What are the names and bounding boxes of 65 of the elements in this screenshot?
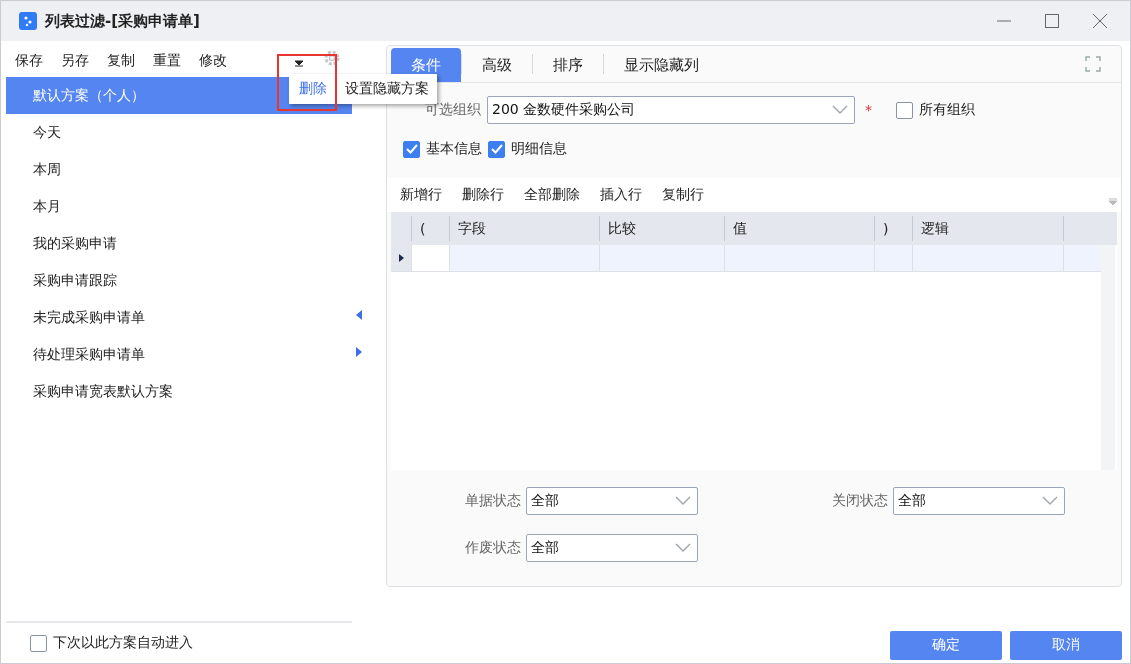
chevron-down-icon — [675, 496, 691, 506]
status-select[interactable]: 全部 — [526, 487, 698, 515]
toolbar-button[interactable]: 另存 — [61, 52, 89, 70]
grid-toolbar-button[interactable]: 删除行 — [462, 186, 504, 204]
close-icon[interactable] — [1093, 14, 1107, 28]
toolbar-button[interactable]: 复制 — [107, 52, 135, 70]
tab[interactable]: 高级 — [462, 48, 532, 82]
scheme-item[interactable]: 今天 — [6, 114, 352, 151]
scheme-item[interactable]: 本月 — [6, 188, 352, 225]
table-cell[interactable] — [411, 245, 449, 271]
dialog-button[interactable]: 取消 — [1010, 630, 1122, 660]
required-mark: * — [865, 102, 872, 118]
chevron-down-icon — [832, 105, 848, 115]
toolbar-button[interactable]: 重置 — [153, 52, 181, 70]
check-icon — [490, 144, 503, 154]
grid-toolbar-button[interactable]: 复制行 — [662, 186, 704, 204]
scheme-item[interactable]: 未完成采购申请单 — [6, 299, 352, 336]
column-header: ( — [411, 216, 449, 241]
grid-toolbar-button[interactable]: 插入行 — [600, 186, 642, 204]
check-icon — [405, 144, 418, 154]
field-label: 关闭状态 — [832, 492, 888, 510]
chevron-down-icon — [675, 543, 691, 553]
checkbox-label: 所有组织 — [919, 101, 975, 119]
checkbox[interactable] — [403, 140, 420, 158]
dialog-button[interactable]: 确定 — [890, 630, 1002, 660]
grid-row[interactable] — [391, 245, 1101, 272]
field-label: 单据状态 — [465, 492, 521, 510]
status-select[interactable]: 全部 — [893, 487, 1065, 515]
column-header: 比较 — [599, 216, 724, 241]
column-header: 逻辑 — [912, 216, 1063, 241]
scheme-item[interactable]: 本周 — [6, 151, 352, 188]
checkbox-label: 下次以此方案自动进入 — [53, 634, 193, 652]
checkbox[interactable] — [896, 101, 913, 119]
fullscreen-icon[interactable] — [1085, 56, 1101, 72]
field-label: 作废状态 — [465, 539, 521, 557]
column-header: 字段 — [449, 216, 599, 241]
tab[interactable]: 排序 — [533, 48, 603, 82]
scheme-item[interactable]: 我的采购申请 — [6, 225, 352, 262]
scheme-item[interactable]: 采购申请宽表默认方案 — [6, 373, 352, 410]
toolbar-button[interactable]: 保存 — [15, 52, 43, 70]
window-title: 列表过滤-[采购申请单] — [45, 11, 201, 31]
grid-toolbar-button[interactable]: 新增行 — [400, 186, 442, 204]
checkbox-label: 明细信息 — [511, 140, 567, 158]
scheme-item[interactable]: 待处理采购申请单 — [6, 336, 352, 373]
expand-right-icon[interactable] — [356, 347, 362, 357]
grid-toolbar-button[interactable]: 全部删除 — [524, 186, 580, 204]
scheme-item[interactable]: 采购申请跟踪 — [6, 262, 352, 299]
dropdown-caret-icon[interactable] — [295, 59, 303, 67]
checkbox[interactable] — [488, 140, 505, 158]
settings-icon[interactable] — [323, 49, 341, 67]
scrollbar[interactable] — [1101, 245, 1115, 470]
collapse-icon[interactable] — [1109, 198, 1117, 206]
column-header: 值 — [724, 216, 874, 241]
organization-select[interactable]: 200 金数硬件采购公司 — [487, 96, 855, 124]
checkbox[interactable] — [30, 634, 47, 652]
tab[interactable]: 显示隐藏列 — [604, 48, 719, 82]
app-logo-icon — [19, 12, 37, 30]
toolbar-button[interactable]: 修改 — [199, 52, 227, 70]
menu-item[interactable]: 删除 — [297, 80, 329, 98]
status-select[interactable]: 全部 — [526, 534, 698, 562]
chevron-down-icon — [1042, 496, 1058, 506]
checkbox-label: 基本信息 — [426, 140, 482, 158]
maximize-icon[interactable] — [1045, 14, 1059, 28]
column-header: ) — [874, 216, 912, 241]
collapse-left-icon[interactable] — [356, 310, 362, 320]
